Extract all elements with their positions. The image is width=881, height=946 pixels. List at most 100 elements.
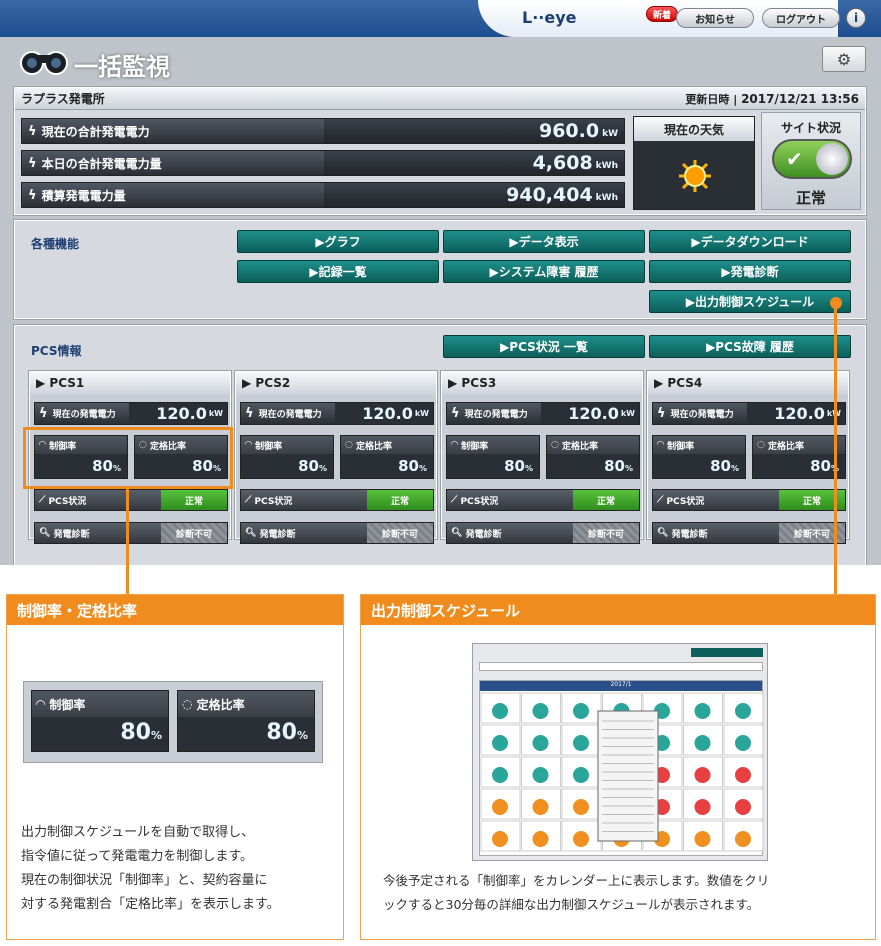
rate-circle[interactable] [694,767,711,783]
diag-badge: 診断不可 [161,523,227,543]
rate-circle[interactable] [532,831,549,847]
search-icon: 🔍︎ [451,528,463,538]
weather-box: 現在の天気 [633,116,755,210]
bolt-icon: ϟ [451,406,460,421]
bolt-icon: ϟ [28,187,37,203]
status-icon: ⟋ [657,495,664,505]
rate-circle[interactable] [694,703,711,719]
callout-schedule: 出力制御スケジュール 2017/1 今後予定される「制御率」をカレンダー上に表示… [360,594,876,940]
rate-circle[interactable] [694,735,711,751]
rate-circle[interactable] [532,799,549,815]
gauge-icon: ◠ [36,697,46,711]
site-toggle: ✔ [772,139,852,179]
pcs-status-list-button[interactable]: ▶PCS状況 一覧 [443,335,645,358]
bolt-icon: ϟ [245,406,254,421]
rate-circle[interactable] [694,831,711,847]
rate-circle[interactable] [735,799,751,815]
rate-circle[interactable] [573,767,589,783]
callout2-description: 今後予定される「制御率」をカレンダー上に表示します。数値をクリ ックすると30分… [383,873,770,912]
pcs-card: ▶ PCS3 ϟ 現在の発電電力 120.0 kW ◠ 制御率 80% ◌ 定格比率 80… [441,371,643,544]
connector-line [834,306,837,595]
search-icon: 🔍︎ [39,528,51,538]
rate-circle[interactable] [492,767,508,783]
data-download-button[interactable]: ▶データダウンロード [649,230,851,253]
functions-label: 各種機能 [31,237,80,251]
rate-circle[interactable] [573,799,589,815]
functions-panel: 各種機能 ▶グラフ ▶データ表示 ▶データダウンロード ▶記録一覧 ▶システム障… [14,220,866,319]
rate-circle[interactable] [573,735,589,751]
rate-circle[interactable] [573,703,589,719]
rate-circle[interactable] [735,831,751,847]
search-icon: 🔍︎ [657,528,669,538]
output-control-schedule-button[interactable]: ▶出力制御スケジュール [649,290,851,313]
gauge-icon: ◠ [451,440,458,450]
binoculars-icon [20,51,68,75]
gear-icon[interactable]: ⚙ [822,46,866,72]
pcs-fault-history-button[interactable]: ▶PCS故障 履歴 [649,335,851,358]
status-icon: ⟋ [245,495,252,505]
rate-circle[interactable] [735,767,751,783]
rate-circle[interactable] [573,831,589,847]
notice-button[interactable]: お知らせ [676,8,754,28]
logout-button[interactable]: ログアウト [762,8,840,28]
system-fault-history-button[interactable]: ▶システム障害 履歴 [443,260,645,283]
plant-name: ラプラス発電所 [21,92,105,106]
status-badge: 正常 [367,490,433,510]
rate-circle[interactable] [694,799,711,815]
rate-circle[interactable] [492,831,508,847]
updated-label: 更新日時 [685,92,730,106]
pcs-card: ▶ PCS2 ϟ 現在の発電電力 120.0 kW ◠ 制御率 80% ◌ 定格比率 80… [235,371,437,544]
pcs-name: ▶ PCS1 [30,372,230,394]
power-diagnosis-button[interactable]: ▶発電診断 [649,260,851,283]
dotted-circle-icon: ◌ [345,440,353,450]
pcs-card: ▶ PCS4 ϟ現在の発電電力120.0kW ◠ 制御率80% ◌ 定格比率80… [647,371,849,544]
rate-circle[interactable] [735,735,751,751]
pcs-name: ▶ PCS4 [648,372,848,394]
callout-control-rate: 制御率・定格比率 ◠ 制御率 80% ◌ 定格比率 80% 出力制御スケジュール… [6,594,344,940]
dotted-circle-icon: ◌ [551,440,559,450]
bolt-icon: ϟ [39,406,48,421]
rate-circle[interactable] [532,767,549,783]
connector-line [126,489,129,595]
data-display-button[interactable]: ▶データ表示 [443,230,645,253]
sun-icon [679,160,711,192]
plant-panel: ラプラス発電所 更新日時 | 2017/12/21 13:56 ϟ 現在の合計発電… [14,87,866,215]
pcs-name: ▶ PCS2 [236,372,436,394]
rate-circle[interactable] [735,703,751,719]
records-button[interactable]: ▶記録一覧 [237,260,439,283]
dotted-circle-icon: ◌ [182,697,193,711]
metric-row: ϟ 積算発電電力量 940,404 kWh [21,182,625,208]
rate-circle[interactable] [492,735,508,751]
dotted-circle-icon: ◌ [757,440,765,450]
rate-circle[interactable] [532,735,549,751]
logo: L··eye [522,8,577,27]
diag-badge: 診断不可 [367,523,433,543]
status-icon: ⟋ [39,495,46,505]
rate-circle[interactable] [492,799,508,815]
top-bar: L··eye 新着 お知らせ ログアウト i [0,0,881,37]
pcs-label: PCS情報 [31,344,82,358]
toggle-knob [816,143,848,175]
graph-button[interactable]: ▶グラフ [237,230,439,253]
bolt-icon: ϟ [28,123,37,139]
schedule-thumbnail: 2017/1 [472,643,768,861]
site-status: 正常 [795,189,826,207]
info-icon[interactable]: i [846,8,866,28]
new-badge: 新着 [646,6,678,22]
diag-badge: 診断不可 [573,523,639,543]
calendar-grid [480,692,764,852]
callout-sample: ◠ 制御率 80% ◌ 定格比率 80% [23,681,323,763]
highlight-box [23,427,233,489]
site-status-box: サイト状況 ✔ 正常 [761,112,861,210]
gauge-icon: ◠ [657,440,664,450]
pcs-name: ▶ PCS3 [442,372,642,394]
callout1-description: 出力制御スケジュールを自動で取得し、 指令値に従って発電電力を制御します。 現在… [21,825,280,912]
rate-circle[interactable] [492,703,508,719]
page-title: 一括監視 [74,53,170,81]
status-badge: 正常 [161,490,227,510]
status-badge: 正常 [573,490,639,510]
updated-value: 2017/12/21 13:56 [741,91,859,106]
bolt-icon: ϟ [28,155,37,171]
metric-row: ϟ 本日の合計発電電力量 4,608 kWh [21,150,625,176]
rate-circle[interactable] [532,703,549,719]
